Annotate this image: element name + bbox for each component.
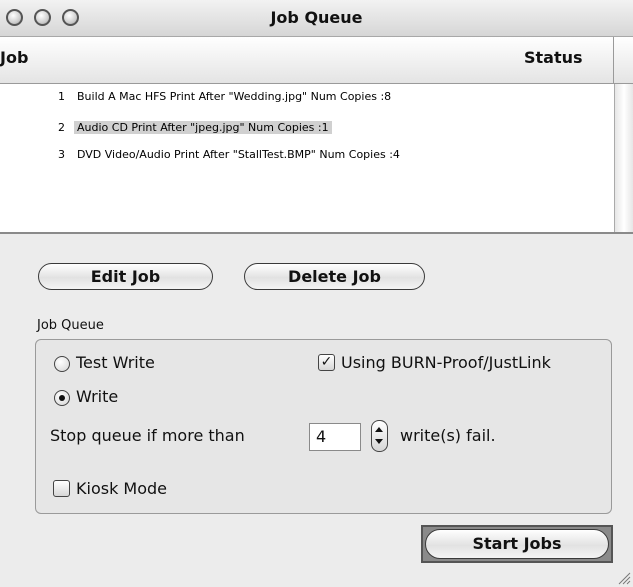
list-scrollbar[interactable] (614, 84, 633, 232)
stepper-up-arrow[interactable] (375, 427, 383, 432)
fail-suffix-label: write(s) fail. (400, 426, 496, 445)
job-list[interactable]: 1 Build A Mac HFS Print After "Wedding.jp… (0, 84, 614, 232)
kiosk-mode-checkbox[interactable] (53, 480, 70, 497)
test-write-radio[interactable] (54, 356, 70, 372)
column-divider (613, 37, 614, 83)
job-number: 3 (58, 148, 65, 161)
start-jobs-button[interactable]: Start Jobs (425, 529, 609, 559)
test-write-label[interactable]: Test Write (76, 353, 155, 372)
kiosk-mode-label[interactable]: Kiosk Mode (76, 479, 167, 498)
job-description: DVD Video/Audio Print After "StallTest.B… (77, 148, 400, 161)
job-number: 1 (58, 90, 65, 103)
write-radio[interactable] (54, 390, 70, 406)
write-label[interactable]: Write (76, 387, 118, 406)
burnproof-checkbox[interactable]: ✓ (318, 354, 335, 371)
list-divider (0, 232, 633, 234)
column-header-job[interactable]: Job (0, 48, 28, 67)
stepper-down-arrow[interactable] (375, 439, 383, 444)
delete-job-button[interactable]: Delete Job (244, 263, 425, 290)
edit-job-button[interactable]: Edit Job (38, 263, 213, 290)
table-row-selected[interactable]: 2 Audio CD Print After "jpeg.jpg" Num Cop… (58, 118, 332, 138)
stepper-icon[interactable] (371, 420, 388, 452)
window-title: Job Queue (270, 8, 363, 27)
burnproof-label[interactable]: Using BURN-Proof/JustLink (341, 353, 551, 372)
fail-count-field[interactable]: 4 (309, 423, 361, 451)
title-bar[interactable]: Job Queue (0, 0, 633, 37)
table-row[interactable]: 1 Build A Mac HFS Print After "Wedding.jp… (58, 87, 394, 107)
job-number: 2 (58, 121, 65, 134)
table-row[interactable]: 3 DVD Video/Audio Print After "StallTest.… (58, 145, 403, 165)
job-queue-window: Job Queue Job Status 1 Build A Mac HFS Pr… (0, 0, 633, 587)
job-queue-group-label: Job Queue (37, 318, 104, 333)
stop-queue-label: Stop queue if more than (50, 426, 245, 445)
column-header-status[interactable]: Status (524, 48, 583, 67)
job-description: Build A Mac HFS Print After "Wedding.jpg… (77, 90, 392, 103)
resize-grip-icon[interactable] (617, 571, 631, 585)
job-description: Audio CD Print After "jpeg.jpg" Num Copi… (74, 121, 332, 134)
list-header: Job Status (0, 37, 633, 84)
